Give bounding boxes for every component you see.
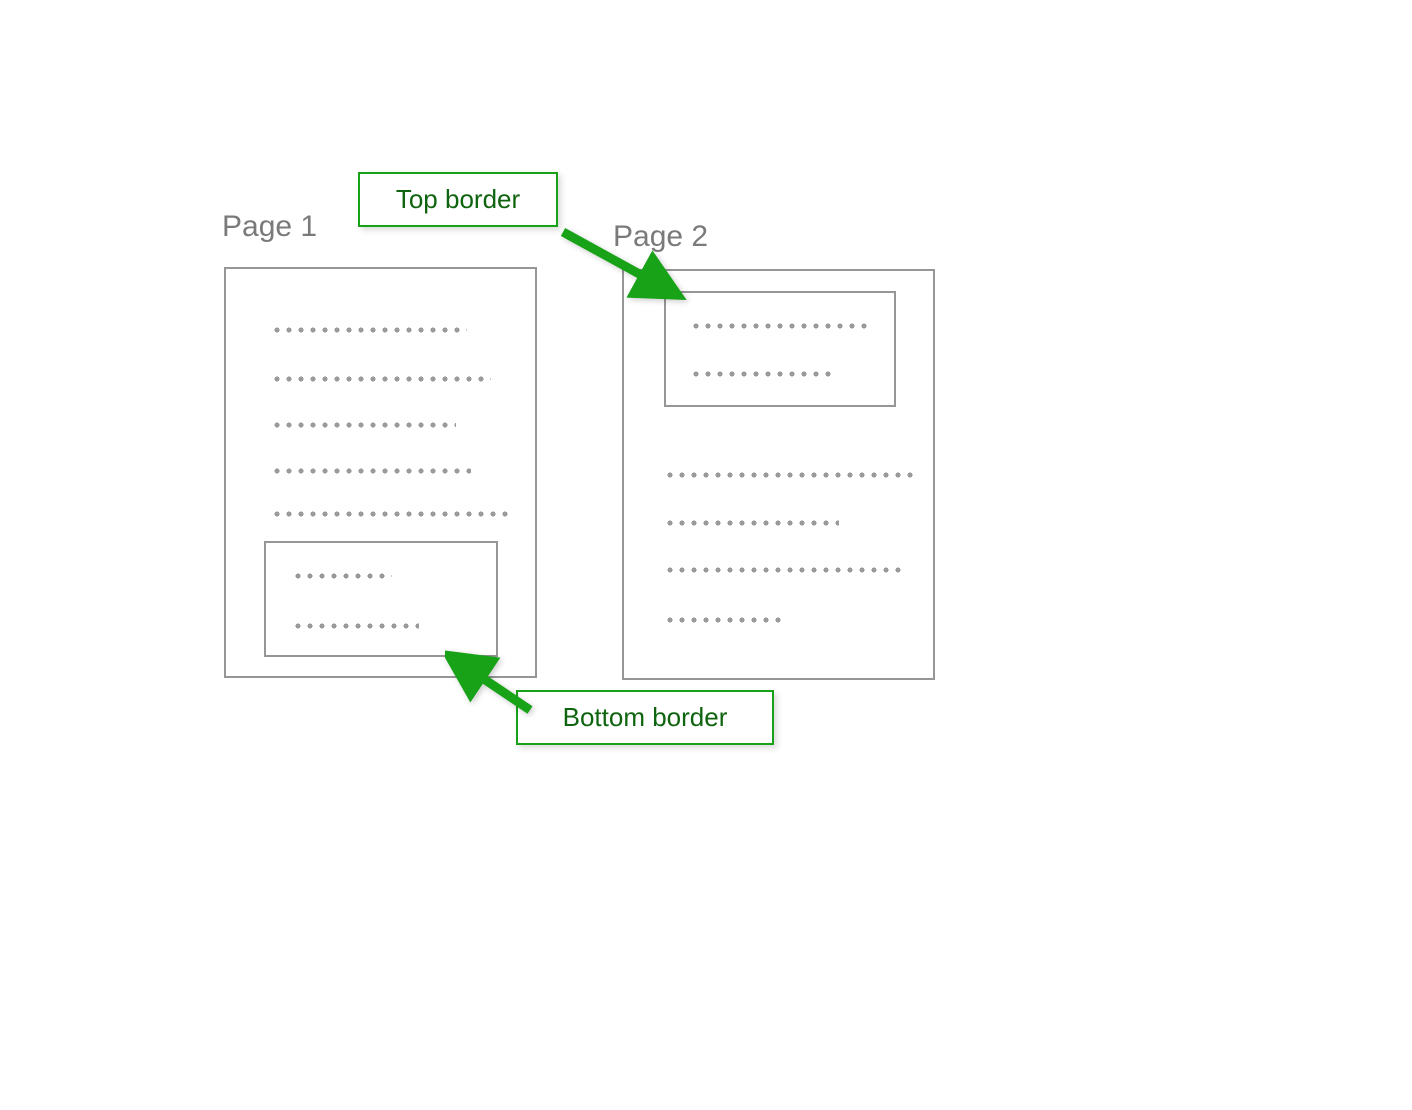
- bottom-border-callout: Bottom border: [516, 690, 774, 745]
- page1-bottom-box: [264, 541, 498, 657]
- text-line: [664, 520, 839, 526]
- top-border-label: Top border: [396, 184, 520, 215]
- page1-label: Page 1: [222, 210, 317, 244]
- text-line: [690, 323, 870, 329]
- bottom-border-label: Bottom border: [563, 702, 728, 733]
- text-line: [690, 371, 835, 377]
- text-line: [271, 422, 456, 428]
- text-line: [292, 623, 419, 629]
- page2-top-box: [664, 291, 896, 407]
- text-line: [664, 617, 784, 623]
- page1-box: [224, 267, 537, 678]
- top-border-arrow: [558, 227, 688, 307]
- text-line: [292, 573, 392, 579]
- text-line: [271, 376, 491, 382]
- bottom-border-arrow: [445, 650, 535, 720]
- text-line: [664, 567, 904, 573]
- text-line: [271, 511, 513, 517]
- text-line: [271, 468, 471, 474]
- page2-box: [622, 269, 935, 680]
- top-border-callout: Top border: [358, 172, 558, 227]
- text-line: [271, 327, 467, 333]
- text-line: [664, 472, 914, 478]
- diagram-container: Page 1 Page 2 Top border Bottom bo: [0, 0, 1412, 1110]
